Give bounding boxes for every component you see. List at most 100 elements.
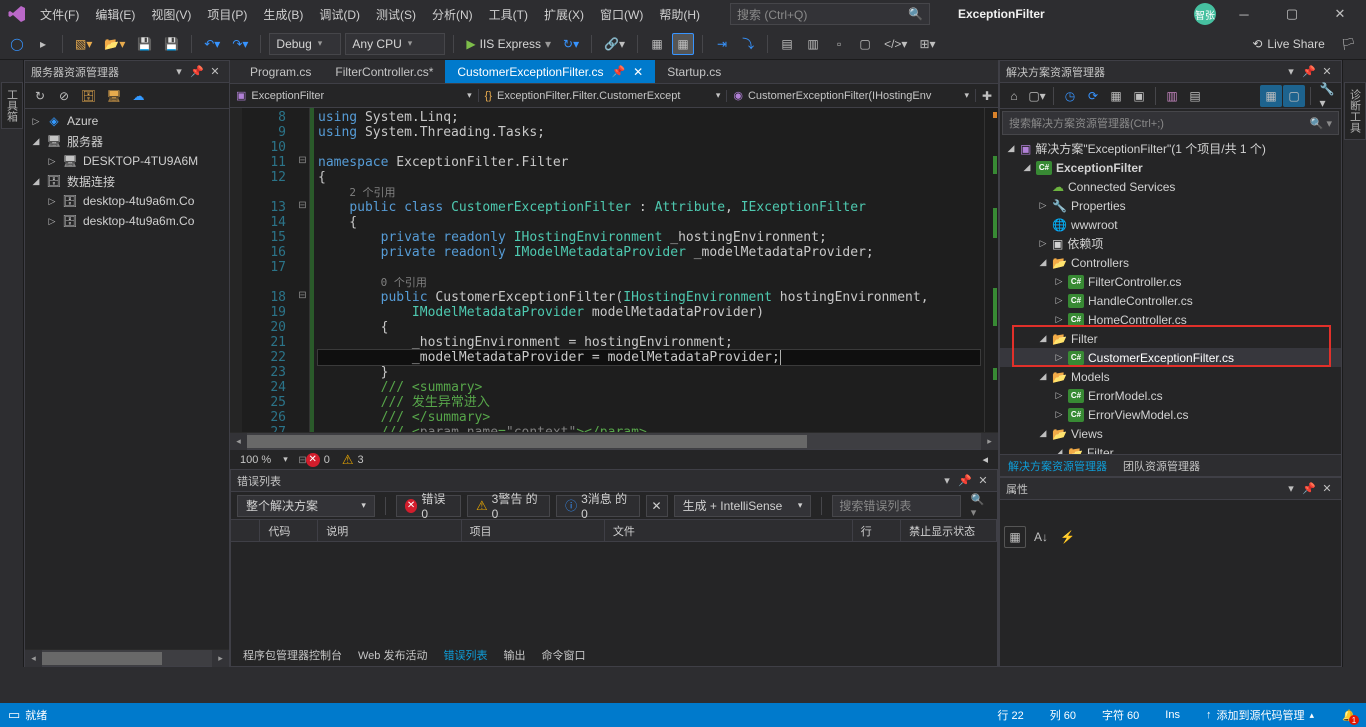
server-hscroll[interactable]: ◂ ▸: [25, 649, 229, 666]
panel-pin-icon[interactable]: 📌: [957, 473, 973, 489]
sln-node[interactable]: ▷C#ErrorModel.cs: [1000, 386, 1341, 405]
scroll-left-icon[interactable]: ◂: [25, 650, 42, 667]
panel-dropdown-icon[interactable]: ▾: [939, 473, 955, 489]
nav-member[interactable]: ◉CustomerExceptionFilter(IHostingEnv▾: [727, 89, 976, 102]
sln-node[interactable]: ▷C#FilterController.cs: [1000, 272, 1341, 291]
source-control-button[interactable]: ↑添加到源代码管理▴: [1206, 706, 1314, 724]
server-tree[interactable]: ▷◈Azure◢🖥服务器▷🖥DESKTOP-4TU9A6M◢🗄数据连接▷🗄des…: [25, 109, 229, 649]
open-file-button[interactable]: 📂▾: [100, 33, 129, 55]
browser-link-button[interactable]: 🔗▾: [600, 33, 629, 55]
sync-icon[interactable]: ⟳: [1082, 85, 1104, 107]
server-node[interactable]: ◢🗄数据连接: [25, 171, 229, 191]
user-avatar[interactable]: 智张: [1194, 3, 1216, 25]
refresh-button[interactable]: ↻▾: [559, 33, 583, 55]
zoom-level[interactable]: 100 %: [240, 454, 271, 466]
messages-filter-button[interactable]: ⓘ3消息 的 0: [556, 495, 639, 517]
toolbox-tab[interactable]: 工具箱: [1, 82, 23, 129]
feedback-button[interactable]: 🏳: [1337, 33, 1360, 55]
sln-node[interactable]: ◢📂Models: [1000, 367, 1341, 386]
show-all-icon[interactable]: ▦: [1105, 85, 1127, 107]
output-tab[interactable]: 命令窗口: [533, 645, 593, 665]
connect-server-icon[interactable]: 🖥: [102, 85, 125, 107]
stop-icon[interactable]: ⊘: [53, 85, 75, 107]
output-tab[interactable]: 输出: [495, 645, 533, 665]
panel-dropdown-icon[interactable]: ▾: [1283, 481, 1299, 497]
tb-extra-4[interactable]: ▢: [854, 33, 876, 55]
build-intellisense-select[interactable]: 生成 + IntelliSense▾: [674, 495, 812, 517]
connect-db-icon[interactable]: 🗄: [77, 85, 100, 107]
scope-icon[interactable]: ▢: [1283, 85, 1305, 107]
close-button[interactable]: ✕: [1320, 0, 1360, 28]
sln-bottom-tab[interactable]: 团队资源管理器: [1115, 456, 1208, 476]
panel-pin-icon[interactable]: 📌: [189, 64, 205, 80]
sln-node[interactable]: ☁Connected Services: [1000, 177, 1341, 196]
scroll-right-icon[interactable]: ▸: [981, 433, 998, 450]
server-node[interactable]: ◢🖥服务器: [25, 131, 229, 151]
panel-pin-icon[interactable]: 📌: [1301, 64, 1317, 80]
config-select[interactable]: Debug▾: [269, 33, 341, 55]
sln-node[interactable]: ◢📂Controllers: [1000, 253, 1341, 272]
overview-ruler[interactable]: [984, 108, 998, 432]
back-icon[interactable]: ▢▾: [1026, 85, 1048, 107]
sln-node[interactable]: 🌐wwwroot: [1000, 215, 1341, 234]
maximize-button[interactable]: ▢: [1272, 0, 1312, 28]
col-header[interactable]: 项目: [462, 520, 605, 541]
menu-视图(V)[interactable]: 视图(V): [143, 3, 199, 26]
tb-extra-1[interactable]: ▤: [776, 33, 798, 55]
code-content[interactable]: using System.Linq;using System.Threading…: [314, 108, 984, 432]
clear-filter-button[interactable]: ✕: [646, 495, 668, 517]
sln-node[interactable]: ◢📂Filter: [1000, 443, 1341, 454]
doc-tab[interactable]: CustomerExceptionFilter.cs📌✕: [445, 60, 655, 83]
error-grid[interactable]: 代码说明项目文件行禁止显示状态: [231, 520, 997, 644]
save-all-button[interactable]: 💾: [160, 33, 183, 55]
diagnostics-tab[interactable]: 诊断工具: [1344, 82, 1366, 140]
scroll-thumb[interactable]: [247, 435, 807, 448]
events-icon[interactable]: ⚡: [1056, 526, 1079, 548]
scope-select[interactable]: 整个解决方案▾: [237, 495, 375, 517]
server-node[interactable]: ▷🖥DESKTOP-4TU9A6M: [25, 151, 229, 171]
save-button[interactable]: 💾: [133, 33, 156, 55]
sln-node[interactable]: ▷🔧Properties: [1000, 196, 1341, 215]
panel-close-icon[interactable]: ✕: [1319, 64, 1335, 80]
menu-编辑(E)[interactable]: 编辑(E): [87, 3, 143, 26]
col-header[interactable]: 行: [853, 520, 901, 541]
doc-tab[interactable]: Program.cs: [238, 60, 323, 83]
minimize-button[interactable]: ─: [1224, 0, 1264, 28]
col-header[interactable]: 文件: [605, 520, 853, 541]
menu-项目(P)[interactable]: 项目(P): [199, 3, 255, 26]
tb-extra-6[interactable]: ⊞▾: [915, 33, 939, 55]
doc-tab[interactable]: Startup.cs: [655, 60, 733, 83]
error-search-input[interactable]: 搜索错误列表: [832, 495, 960, 517]
panel-pin-icon[interactable]: 📌: [1301, 481, 1317, 497]
scroll-thumb[interactable]: [42, 652, 162, 665]
server-node[interactable]: ▷🗄desktop-4tu9a6m.Co: [25, 211, 229, 231]
solution-search[interactable]: 搜索解决方案资源管理器(Ctrl+;) 🔍 ▾: [1002, 111, 1339, 135]
col-header[interactable]: 禁止显示状态: [901, 520, 997, 541]
output-tab[interactable]: 程序包管理器控制台: [235, 645, 350, 665]
nav-back-button[interactable]: ◯: [6, 33, 28, 55]
azure-icon[interactable]: ☁: [127, 85, 149, 107]
menu-扩展(X)[interactable]: 扩展(X): [536, 3, 592, 26]
redo-button[interactable]: ↷▾: [228, 33, 252, 55]
sln-node[interactable]: ▷C#CustomerExceptionFilter.cs: [1000, 348, 1341, 367]
sln-node[interactable]: ▷▣依赖项: [1000, 234, 1341, 253]
nav-namespace[interactable]: {}ExceptionFilter.Filter.CustomerExcept▾: [479, 90, 728, 102]
menu-工具(T)[interactable]: 工具(T): [481, 3, 536, 26]
run-button[interactable]: ▶ IIS Express▾: [462, 33, 555, 55]
sln-node[interactable]: ▷C#HomeController.cs: [1000, 310, 1341, 329]
new-project-button[interactable]: ▧▾: [71, 33, 96, 55]
sln-node[interactable]: ◢📂Filter: [1000, 329, 1341, 348]
view-icon[interactable]: ▦: [1260, 85, 1282, 107]
alphabetical-icon[interactable]: A↓: [1030, 526, 1052, 548]
panel-close-icon[interactable]: ✕: [1319, 481, 1335, 497]
menubar-search[interactable]: 搜索 (Ctrl+Q) 🔍: [730, 3, 930, 25]
step-into-button[interactable]: ⇥: [711, 33, 733, 55]
col-header[interactable]: [231, 520, 260, 541]
preview-icon[interactable]: ▥: [1161, 85, 1183, 107]
panel-dropdown-icon[interactable]: ▾: [171, 64, 187, 80]
scroll-left-icon[interactable]: ◂: [230, 433, 247, 450]
live-share-button[interactable]: ⟲ Live Share: [1244, 37, 1332, 51]
refresh-icon[interactable]: ↻: [29, 85, 51, 107]
undo-button[interactable]: ↶▾: [200, 33, 224, 55]
sln-node[interactable]: ◢▣解决方案"ExceptionFilter"(1 个项目/共 1 个): [1000, 139, 1341, 158]
